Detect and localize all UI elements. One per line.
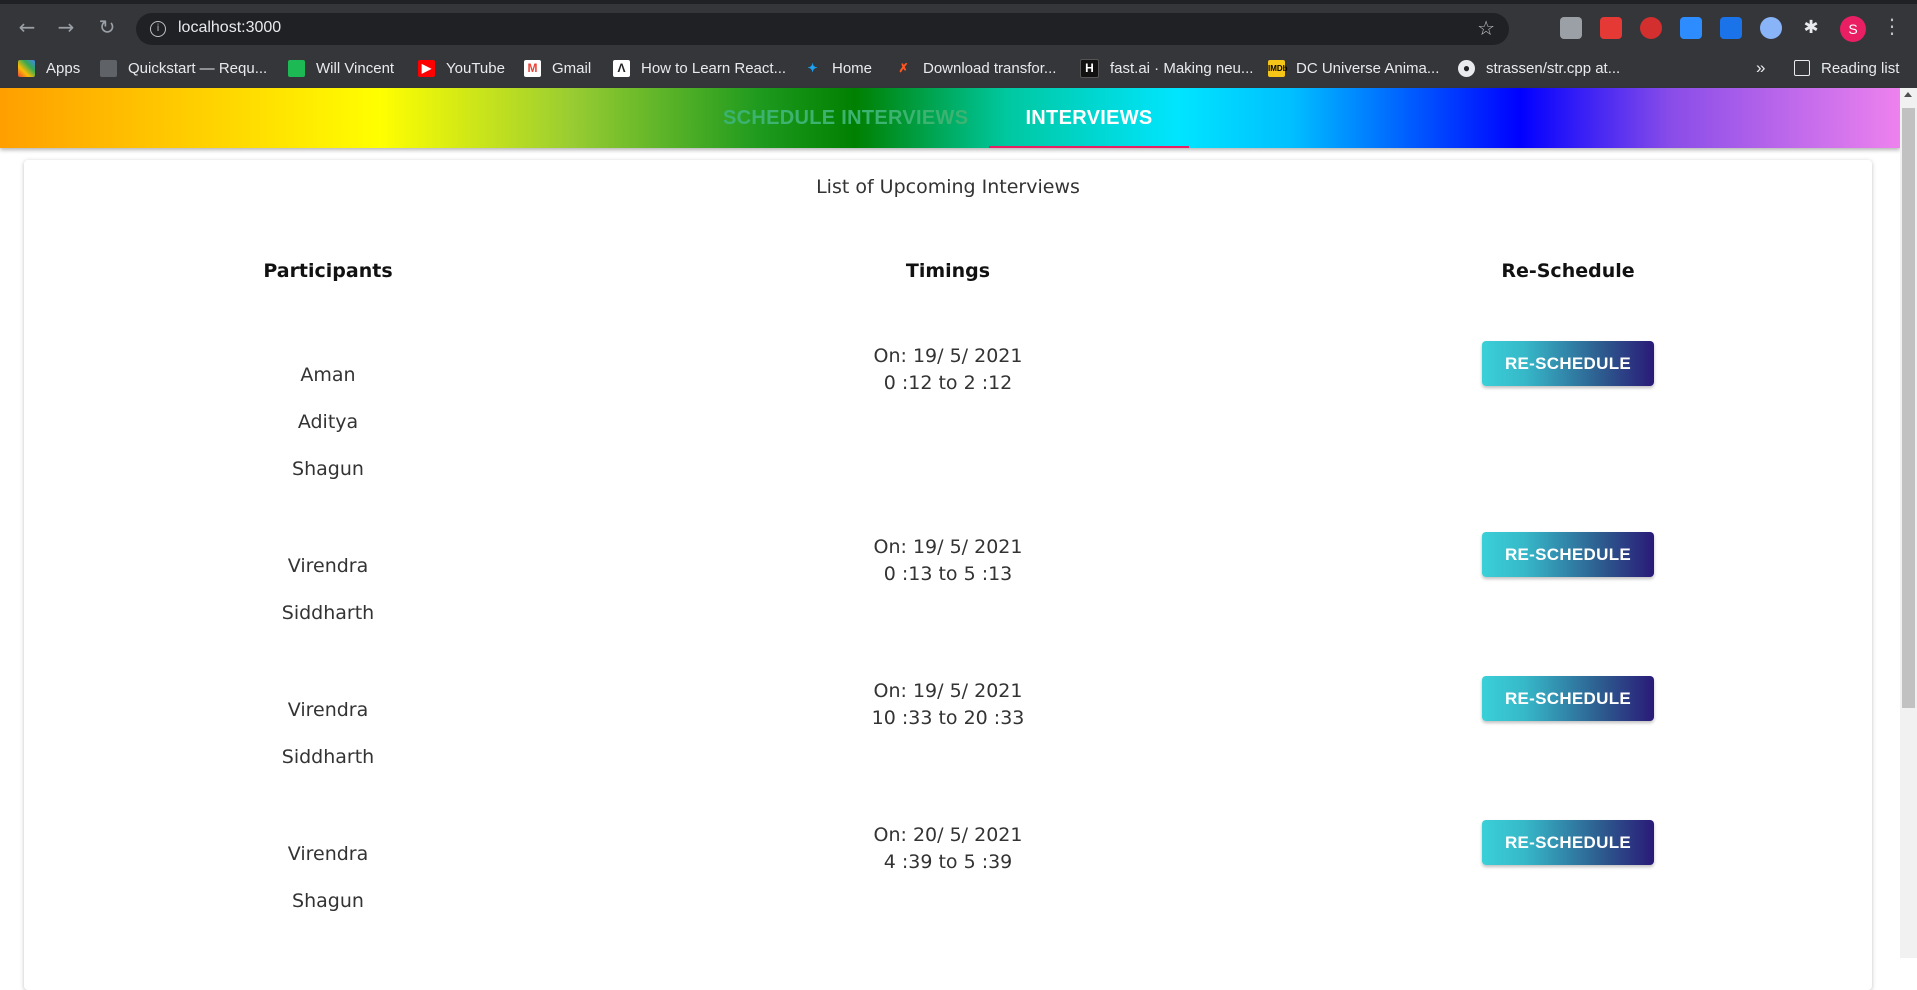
participant-name: Aman bbox=[300, 364, 356, 386]
participant-name: Virendra bbox=[287, 555, 369, 577]
extension-1-icon[interactable] bbox=[1560, 17, 1582, 39]
bookmarks-overflow-icon[interactable]: » bbox=[1756, 57, 1765, 79]
interview-date: On: 19/ 5/ 2021 bbox=[873, 345, 1023, 367]
x-icon: ✗ bbox=[898, 60, 909, 75]
interview-time: 10 :33 to 20 :33 bbox=[871, 707, 1025, 729]
address-bar[interactable]: i localhost:3000 ☆ bbox=[136, 13, 1509, 45]
app-tab-bar: SCHEDULE INTERVIEWS INTERVIEWS bbox=[0, 88, 1900, 148]
bookmark-apps[interactable]: Apps bbox=[18, 57, 80, 79]
participant-name: Shagun bbox=[292, 890, 364, 912]
scrollbar-thumb[interactable] bbox=[1902, 108, 1915, 708]
interview-date: On: 19/ 5/ 2021 bbox=[873, 680, 1023, 702]
reschedule-button[interactable]: RE-SCHEDULE bbox=[1482, 341, 1654, 386]
reading-list[interactable]: Reading list bbox=[1794, 57, 1899, 79]
active-tab-indicator bbox=[989, 146, 1189, 148]
github-icon: ● bbox=[1458, 59, 1475, 77]
extension-5-icon[interactable] bbox=[1720, 17, 1742, 39]
url-text[interactable]: localhost:3000 bbox=[178, 19, 281, 37]
extensions-puzzle-icon[interactable]: ✱ bbox=[1800, 17, 1822, 39]
zoom-icon[interactable] bbox=[1680, 17, 1702, 39]
bookmark-dc-universe[interactable]: IMDb DC Universe Anima... bbox=[1268, 57, 1439, 79]
interview-time: 0 :12 to 2 :12 bbox=[883, 372, 1013, 394]
bookmark-quickstart[interactable]: Quickstart — Requ... bbox=[100, 57, 267, 79]
extension-6-icon[interactable] bbox=[1760, 17, 1782, 39]
bookmark-strassen[interactable]: ● strassen/str.cpp at... bbox=[1458, 57, 1620, 79]
gmail-icon: M bbox=[524, 59, 541, 77]
bookmark-will-vincent[interactable]: Will Vincent bbox=[288, 57, 394, 79]
interviews-card: List of Upcoming Interviews Participants… bbox=[24, 160, 1872, 990]
adblock-icon[interactable] bbox=[1640, 17, 1662, 39]
reading-list-icon bbox=[1794, 60, 1810, 76]
bookmark-react[interactable]: Λ How to Learn React... bbox=[613, 57, 786, 79]
profile-avatar[interactable]: S bbox=[1840, 16, 1866, 42]
browser-toolbar: ← → ↻ i localhost:3000 ☆ ✱ S ⋮ bbox=[0, 4, 1917, 47]
browser-menu-icon[interactable]: ⋮ bbox=[1882, 14, 1902, 38]
tab-schedule-interviews[interactable]: SCHEDULE INTERVIEWS bbox=[723, 88, 968, 148]
column-header-reschedule: Re-Schedule bbox=[1501, 260, 1635, 282]
bookmark-star-icon[interactable]: ☆ bbox=[1477, 16, 1495, 40]
interview-date: On: 20/ 5/ 2021 bbox=[873, 824, 1023, 846]
reload-icon[interactable]: ↻ bbox=[92, 12, 122, 42]
participant-name: Siddharth bbox=[281, 602, 375, 624]
page-title: List of Upcoming Interviews bbox=[816, 176, 1080, 198]
tab-interviews[interactable]: INTERVIEWS bbox=[989, 88, 1189, 148]
forward-icon[interactable]: → bbox=[51, 12, 81, 42]
bookmark-download-transformers[interactable]: ✗ Download transfor... bbox=[895, 57, 1056, 79]
interview-date: On: 19/ 5/ 2021 bbox=[873, 536, 1023, 558]
reschedule-button[interactable]: RE-SCHEDULE bbox=[1482, 676, 1654, 721]
back-icon[interactable]: ← bbox=[12, 12, 42, 42]
twitter-icon: ✦ bbox=[807, 60, 818, 75]
youtube-icon: ▶ bbox=[418, 59, 435, 77]
imdb-icon: IMDb bbox=[1268, 59, 1288, 77]
reschedule-button[interactable]: RE-SCHEDULE bbox=[1482, 820, 1654, 865]
bookmark-gmail[interactable]: M Gmail bbox=[524, 57, 591, 79]
site-info-icon[interactable]: i bbox=[150, 21, 166, 37]
participant-name: Shagun bbox=[292, 458, 364, 480]
react-icon: Λ bbox=[613, 59, 630, 77]
h-icon: H bbox=[1080, 58, 1099, 78]
participant-name: Siddharth bbox=[281, 746, 375, 768]
interview-time: 0 :13 to 5 :13 bbox=[883, 563, 1013, 585]
bookmark-fastai[interactable]: Hfast.ai · Making neu... bbox=[1080, 57, 1253, 79]
green-square-icon bbox=[288, 59, 305, 77]
column-header-participants: Participants bbox=[263, 260, 393, 282]
bookmark-home[interactable]: ✦ Home bbox=[804, 57, 872, 79]
column-header-timings: Timings bbox=[905, 260, 991, 282]
scroll-up-arrow-icon[interactable] bbox=[1904, 92, 1912, 97]
interview-time: 4 :39 to 5 :39 bbox=[883, 851, 1013, 873]
book-icon bbox=[100, 59, 117, 77]
apps-grid-icon bbox=[18, 59, 35, 77]
participant-name: Aditya bbox=[297, 411, 359, 433]
bookmark-youtube[interactable]: ▶ YouTube bbox=[418, 57, 505, 79]
reschedule-button[interactable]: RE-SCHEDULE bbox=[1482, 532, 1654, 577]
participant-name: Virendra bbox=[287, 843, 369, 865]
bookmarks-bar: Apps Quickstart — Requ... Will Vincent ▶… bbox=[0, 47, 1917, 89]
participant-name: Virendra bbox=[287, 699, 369, 721]
extension-2-icon[interactable] bbox=[1600, 17, 1622, 39]
